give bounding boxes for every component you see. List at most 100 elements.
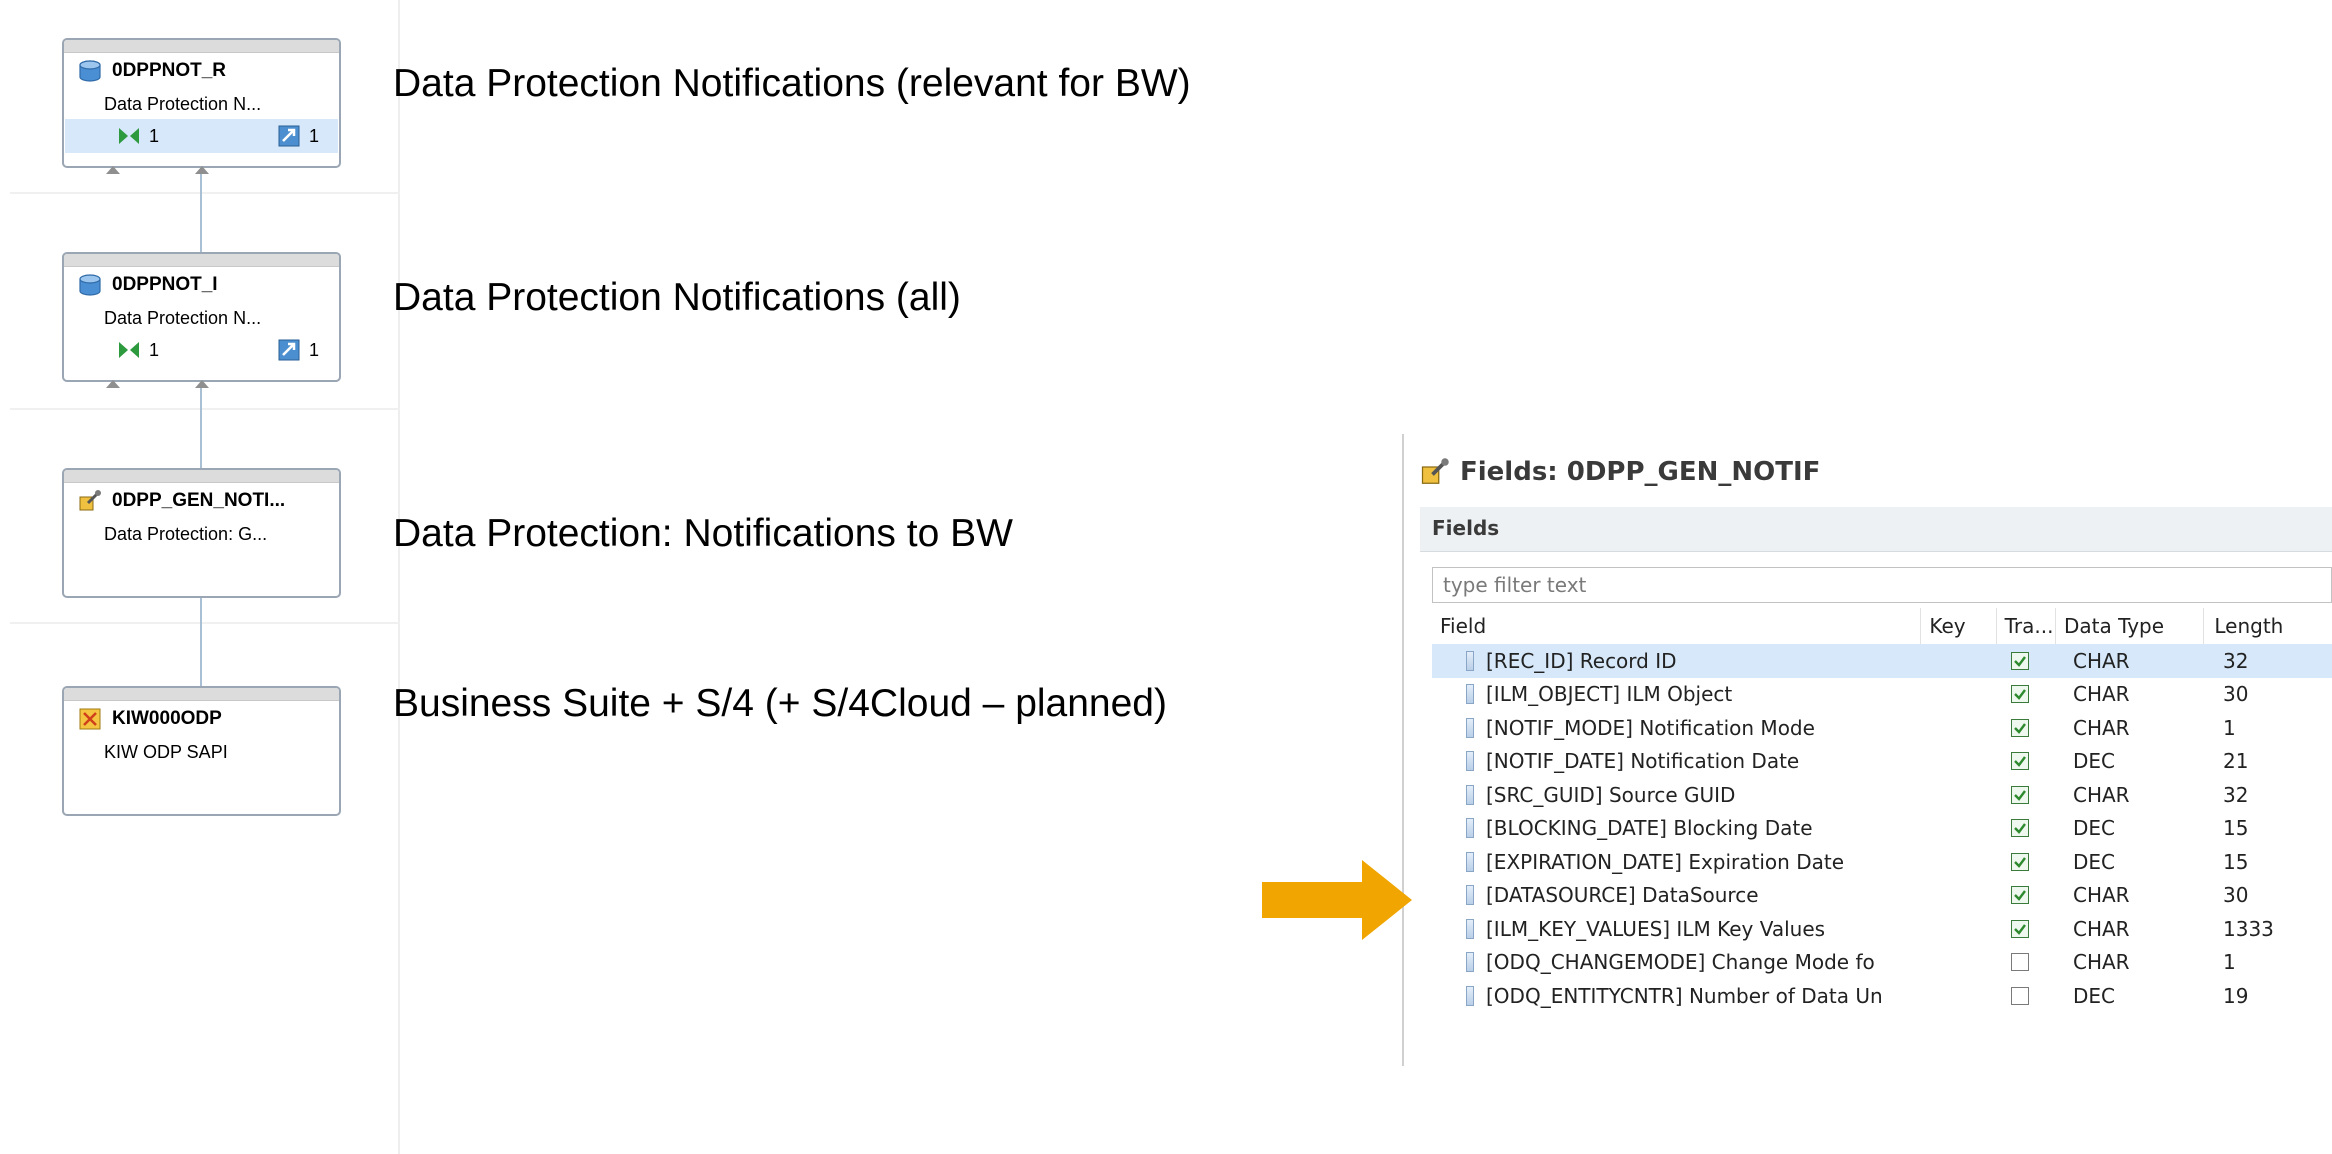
node-0dppnot-r[interactable]: 0DPPNOT_R Data Protection N... 1 1 — [62, 38, 341, 174]
field-icon — [1466, 818, 1474, 839]
description-0dppnot-i: Data Protection Notifications (all) — [393, 276, 961, 319]
field-icon — [1466, 717, 1474, 738]
table-row[interactable]: [ILM_OBJECT] ILM Object CHAR 30 — [1432, 678, 2332, 712]
datasource-icon — [79, 490, 101, 511]
field-cell: [ILM_KEY_VALUES] ILM Key Values — [1432, 917, 1927, 941]
checkmark-icon — [2014, 924, 2026, 935]
field-name: [ILM_KEY_VALUES] ILM Key Values — [1486, 916, 1826, 941]
table-row[interactable]: [REC_ID] Record ID CHAR 32 — [1432, 644, 2332, 678]
node-title: 0DPP_GEN_NOTI... — [112, 490, 286, 511]
fields-section-header[interactable]: Fields — [1420, 507, 2332, 552]
checkmark-icon — [2014, 857, 2026, 868]
transformation-icon — [119, 342, 139, 358]
table-row[interactable]: [SRC_GUID] Source GUID CHAR 32 — [1432, 778, 2332, 812]
data-type-cell: DEC — [2073, 983, 2116, 1008]
transfer-checkbox[interactable] — [2011, 785, 2029, 804]
transfer-checkbox[interactable] — [2011, 651, 2029, 670]
transformation-count[interactable]: 1 — [117, 124, 159, 148]
transfer-checkbox[interactable] — [2011, 819, 2029, 838]
filter-input[interactable] — [1432, 567, 2332, 603]
checkmark-icon — [2014, 689, 2026, 701]
data-type-cell: CHAR — [2073, 648, 2130, 673]
data-type-cell: DEC — [2073, 816, 2116, 841]
table-header: Field Key Tra... Data Type Length — [1432, 608, 2332, 644]
length-cell: 32 — [2223, 782, 2249, 807]
transformation-icon — [119, 128, 139, 144]
fields-table: Field Key Tra... Data Type Length [REC_I… — [1432, 608, 2332, 1013]
column-header-data-type[interactable]: Data Type — [2056, 608, 2205, 644]
field-icon — [1466, 851, 1474, 872]
transfer-checkbox[interactable] — [2011, 919, 2029, 938]
transfer-checkbox[interactable] — [2011, 718, 2029, 737]
field-name: [REC_ID] Record ID — [1486, 648, 1677, 673]
table-row[interactable]: [NOTIF_MODE] Notification Mode CHAR 1 — [1432, 711, 2332, 745]
field-name: [NOTIF_MODE] Notification Mode — [1486, 715, 1815, 740]
column-header-length[interactable]: Length — [2204, 608, 2332, 644]
checkmark-icon — [2014, 656, 2026, 667]
data-type-cell: CHAR — [2073, 782, 2130, 807]
transfer-cell — [2003, 852, 2063, 871]
transfer-checkbox[interactable] — [2011, 886, 2029, 905]
table-row[interactable]: [ILM_KEY_VALUES] ILM Key Values CHAR 1333 — [1432, 912, 2332, 946]
lane-separator — [10, 192, 400, 194]
column-header-key[interactable]: Key — [1921, 608, 1997, 644]
table-body: [REC_ID] Record ID CHAR 32 [ILM_OBJECT] ILM… — [1432, 644, 2332, 1013]
field-cell: [SRC_GUID] Source GUID — [1432, 783, 1927, 807]
lane-separator — [10, 622, 400, 624]
length-cell: 30 — [2223, 682, 2249, 707]
panel-title: Fields: 0DPP_GEN_NOTIF — [1420, 452, 1820, 492]
field-cell: [EXPIRATION_DATE] Expiration Date — [1432, 850, 1927, 874]
transformation-count[interactable]: 1 — [117, 338, 159, 362]
transfer-checkbox[interactable] — [2011, 685, 2029, 704]
table-row[interactable]: [DATASOURCE] DataSource CHAR 30 — [1432, 879, 2332, 913]
field-name: [SRC_GUID] Source GUID — [1486, 782, 1736, 807]
data-type-cell: DEC — [2073, 749, 2116, 774]
data-type-cell: CHAR — [2073, 715, 2130, 740]
field-icon — [1466, 751, 1474, 772]
transfer-checkbox[interactable] — [2011, 752, 2029, 771]
node-kiw000odp[interactable]: KIW000ODP KIW ODP SAPI — [62, 686, 341, 816]
data-type-cell: CHAR — [2073, 916, 2130, 941]
description-0dpp-gen-notif: Data Protection: Notifications to BW — [393, 512, 1013, 555]
column-header-field[interactable]: Field — [1432, 608, 1922, 644]
transfer-checkbox[interactable] — [2011, 953, 2029, 972]
transfer-cell — [2003, 752, 2063, 771]
diagram-divider — [398, 0, 400, 1154]
checkmark-icon — [2014, 823, 2026, 835]
field-name: [DATASOURCE] DataSource — [1486, 883, 1759, 908]
length-cell: 30 — [2223, 883, 2249, 908]
field-cell: [ILM_OBJECT] ILM Object — [1432, 682, 1927, 706]
node-title: KIW000ODP — [112, 708, 222, 729]
node-subtitle: Data Protection N... — [104, 94, 262, 114]
node-title: 0DPPNOT_R — [112, 60, 227, 81]
transfer-cell — [2003, 886, 2063, 905]
field-name: [EXPIRATION_DATE] Expiration Date — [1486, 849, 1844, 874]
table-row[interactable]: [ODQ_ENTITYCNTR] Number of Data Un DEC 19 — [1432, 979, 2332, 1013]
length-cell: 15 — [2223, 816, 2249, 841]
node-subtitle: KIW ODP SAPI — [104, 742, 228, 762]
field-name: [ILM_OBJECT] ILM Object — [1486, 682, 1733, 707]
field-name: [ODQ_CHANGEMODE] Change Mode fo — [1486, 950, 1875, 975]
field-cell: [BLOCKING_DATE] Blocking Date — [1432, 816, 1927, 840]
node-0dpp-gen-notif[interactable]: 0DPP_GEN_NOTI... Data Protection: G... — [62, 468, 341, 598]
dtp-count[interactable]: 1 — [277, 338, 319, 362]
field-cell: [ODQ_CHANGEMODE] Change Mode fo — [1432, 950, 1927, 974]
table-row[interactable]: [EXPIRATION_DATE] Expiration Date DEC 15 — [1432, 845, 2332, 879]
field-icon — [1466, 918, 1474, 939]
checkmark-icon — [2014, 890, 2026, 902]
field-name: [ODQ_ENTITYCNTR] Number of Data Un — [1486, 983, 1883, 1008]
description-0dppnot-r: Data Protection Notifications (relevant … — [393, 62, 1191, 105]
transfer-cell — [2003, 953, 2063, 972]
transfer-checkbox[interactable] — [2011, 986, 2029, 1005]
checkmark-icon — [2014, 790, 2026, 801]
table-row[interactable]: [ODQ_CHANGEMODE] Change Mode fo CHAR 1 — [1432, 946, 2332, 980]
dtp-count[interactable]: 1 — [277, 124, 319, 148]
transfer-checkbox[interactable] — [2011, 852, 2029, 871]
column-header-transfer[interactable]: Tra... — [1997, 608, 2056, 644]
table-row[interactable]: [NOTIF_DATE] Notification Date DEC 21 — [1432, 745, 2332, 779]
length-cell: 1 — [2223, 715, 2236, 740]
table-row[interactable]: [BLOCKING_DATE] Blocking Date DEC 15 — [1432, 812, 2332, 846]
node-0dppnot-i[interactable]: 0DPPNOT_I Data Protection N... 1 1 — [62, 252, 341, 388]
field-cell: [REC_ID] Record ID — [1432, 649, 1927, 673]
transfer-cell — [2003, 718, 2063, 737]
